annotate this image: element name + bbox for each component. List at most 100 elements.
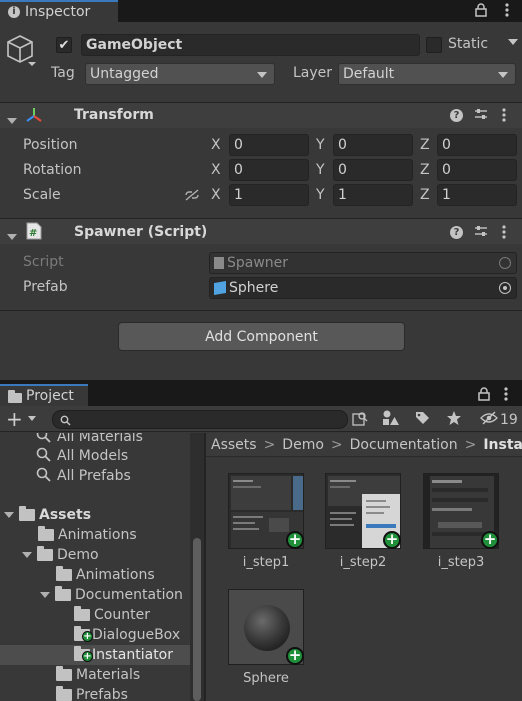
prefab-label: Prefab <box>23 279 68 295</box>
chevron-right-icon: > <box>263 436 276 453</box>
lock-icon[interactable] <box>474 3 488 20</box>
position-x-field[interactable]: 0 <box>229 134 309 156</box>
asset-tile-i-step3[interactable]: + i_step3 <box>423 473 499 570</box>
help-icon[interactable]: ? <box>450 107 463 122</box>
kebab-menu-icon[interactable] <box>502 224 506 243</box>
folder-icon <box>8 389 22 403</box>
tree-item-prefabs[interactable]: Prefabs <box>56 685 128 701</box>
presets-icon[interactable] <box>474 107 488 124</box>
tree-item-label: Prefabs <box>76 687 128 701</box>
pane-splitter[interactable] <box>204 433 206 701</box>
position-label[interactable]: Position <box>23 137 78 153</box>
scrollbar-thumb[interactable] <box>193 538 201 701</box>
folder-icon <box>56 686 72 701</box>
favorite-star-icon[interactable] <box>446 410 462 430</box>
chevron-right-icon: > <box>464 436 477 453</box>
tag-label: Tag <box>51 65 75 81</box>
axis-y-label[interactable]: Y <box>316 137 325 153</box>
rotation-y-field[interactable]: 0 <box>333 159 413 181</box>
breadcrumb-item-current[interactable]: Instantiator <box>483 437 522 453</box>
axis-x-label[interactable]: X <box>211 187 221 203</box>
axis-x-label[interactable]: X <box>211 137 221 153</box>
prefab-object-field[interactable]: Sphere <box>209 277 517 299</box>
asset-name: i_step3 <box>437 555 485 570</box>
add-badge-icon: + <box>383 531 401 549</box>
chevron-down-icon <box>257 72 267 78</box>
rotation-x-field[interactable]: 0 <box>229 159 309 181</box>
gameobject-name-input[interactable]: GameObject <box>81 34 420 56</box>
tree-scrollbar[interactable] <box>190 433 204 701</box>
scale-x-field[interactable]: 1 <box>229 184 309 206</box>
active-checkbox[interactable]: ✔ <box>56 37 72 53</box>
gameobject-cube-icon[interactable] <box>6 34 36 72</box>
layer-dropdown[interactable]: Default <box>338 63 516 85</box>
tree-item-animations[interactable]: Animations <box>38 525 137 545</box>
tree-item-label: Documentation <box>75 587 183 603</box>
hidden-packages-toggle[interactable]: 19 <box>474 408 522 432</box>
foldout-expanded-icon[interactable] <box>40 592 50 598</box>
tree-item-materials[interactable]: Materials <box>56 665 140 685</box>
foldout-expanded-icon[interactable] <box>4 512 14 518</box>
tag-dropdown[interactable]: Untagged <box>85 63 275 85</box>
presets-icon[interactable] <box>474 224 488 241</box>
tree-item-demo-animations[interactable]: Animations <box>56 565 155 585</box>
rotation-z-field[interactable]: 0 <box>437 159 517 181</box>
axis-x-label[interactable]: X <box>211 162 221 178</box>
tab-project[interactable]: Project <box>0 384 88 406</box>
search-by-type-icon[interactable] <box>352 410 368 430</box>
filter-by-type-icon[interactable] <box>382 410 400 430</box>
help-icon[interactable]: ? <box>450 224 463 239</box>
tree-item-label: Demo <box>57 547 99 563</box>
position-z-field[interactable]: 0 <box>437 134 517 156</box>
scale-z-field[interactable]: 1 <box>437 184 517 206</box>
info-icon: i <box>8 6 20 18</box>
kebab-menu-icon[interactable] <box>500 2 514 21</box>
transform-title: Transform <box>74 107 154 123</box>
axis-z-label[interactable]: Z <box>420 137 430 153</box>
tree-item-label: Materials <box>76 667 141 683</box>
script-file-icon <box>214 257 224 269</box>
tree-item-assets[interactable]: Assets <box>4 505 91 525</box>
label-tag-icon[interactable] <box>414 410 430 430</box>
foldout-expanded-icon[interactable] <box>22 552 32 558</box>
object-picker-icon[interactable] <box>499 282 511 294</box>
constrain-proportions-icon[interactable] <box>184 188 200 206</box>
create-plus-icon[interactable]: + <box>6 409 23 429</box>
favorite-all-prefabs[interactable]: All Prefabs <box>36 466 131 486</box>
breadcrumb: Assets > Demo > Documentation > Instanti… <box>206 433 522 457</box>
chevron-down-icon[interactable] <box>28 416 36 421</box>
tree-item-label: Animations <box>58 527 137 543</box>
add-badge-icon: + <box>286 647 304 665</box>
checkmark-icon: ✔ <box>58 37 70 53</box>
tab-inspector[interactable]: i Inspector <box>0 0 118 22</box>
foldout-expanded-icon[interactable] <box>7 228 17 244</box>
favorite-all-models[interactable]: All Models <box>36 446 128 466</box>
add-component-button[interactable]: Add Component <box>118 322 405 351</box>
axis-z-label[interactable]: Z <box>420 187 430 203</box>
axis-z-label[interactable]: Z <box>420 162 430 178</box>
tree-item-counter[interactable]: Counter <box>74 605 150 625</box>
static-checkbox[interactable] <box>426 37 442 53</box>
static-dropdown-caret-icon[interactable] <box>508 39 518 45</box>
axis-y-label[interactable]: Y <box>316 162 325 178</box>
search-input[interactable] <box>52 410 348 429</box>
asset-tile-i-step1[interactable]: + i_step1 <box>228 473 304 570</box>
tree-item-documentation[interactable]: Documentation <box>40 585 183 605</box>
asset-tile-i-step2[interactable]: + i_step2 <box>325 473 401 570</box>
asset-tile-sphere[interactable]: + Sphere <box>228 589 304 686</box>
breadcrumb-item[interactable]: Assets <box>211 437 257 453</box>
axis-y-label[interactable]: Y <box>316 187 325 203</box>
scale-label[interactable]: Scale <box>23 187 61 203</box>
kebab-menu-icon[interactable] <box>502 107 506 126</box>
scale-y-field[interactable]: 1 <box>333 184 413 206</box>
breadcrumb-item[interactable]: Documentation <box>350 437 458 453</box>
rotation-label[interactable]: Rotation <box>23 162 82 178</box>
kebab-menu-icon[interactable] <box>504 386 508 405</box>
foldout-expanded-icon[interactable] <box>7 112 17 128</box>
tree-item-demo[interactable]: Demo <box>22 545 99 565</box>
position-y-field[interactable]: 0 <box>333 134 413 156</box>
favorite-all-materials[interactable]: All Materials <box>36 433 143 447</box>
breadcrumb-item[interactable]: Demo <box>282 437 324 453</box>
search-icon <box>36 447 51 466</box>
lock-icon[interactable] <box>478 387 490 404</box>
